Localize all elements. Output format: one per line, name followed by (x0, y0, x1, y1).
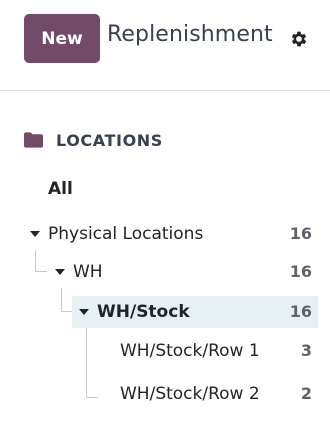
tree-item-wh-stock-row-2[interactable]: WH/Stock/Row 2 (120, 378, 260, 410)
tree-item-label: WH/Stock/Row 2 (120, 384, 260, 404)
tree-item-wh[interactable]: WH (55, 256, 103, 288)
item-count: 3 (300, 341, 312, 360)
folder-icon (24, 132, 43, 148)
gear-icon[interactable] (289, 29, 309, 49)
section-title: LOCATIONS (56, 130, 163, 150)
tree-line (86, 328, 87, 398)
item-count: 16 (289, 262, 312, 281)
item-count: 16 (289, 224, 312, 243)
item-count: 16 (289, 302, 312, 321)
tree-item-physical-locations[interactable]: Physical Locations (30, 218, 203, 250)
control-panel: New Replenishment (0, 0, 330, 92)
tree-item-label: WH/Stock/Row 1 (120, 341, 260, 361)
tree-item-label: WH/Stock (97, 302, 190, 322)
filter-all-label: All (48, 179, 73, 199)
divider (0, 90, 330, 91)
tree-item-wh-stock[interactable]: WH/Stock (79, 296, 190, 328)
tree-line (86, 397, 98, 398)
item-count: 2 (300, 384, 312, 403)
new-button[interactable]: New (24, 14, 100, 63)
tree-line (35, 271, 47, 272)
page-title: Replenishment (107, 22, 273, 47)
tree-line (35, 250, 36, 272)
filter-item-all[interactable]: All (48, 173, 73, 205)
locations-section-header: LOCATIONS (24, 128, 163, 152)
caret-down-icon[interactable] (30, 231, 40, 237)
tree-line (61, 288, 62, 312)
tree-item-label: WH (73, 262, 103, 282)
caret-down-icon[interactable] (79, 309, 89, 315)
tree-item-label: Physical Locations (48, 224, 204, 244)
caret-down-icon[interactable] (55, 269, 65, 275)
tree-item-wh-stock-row-1[interactable]: WH/Stock/Row 1 (120, 335, 260, 367)
